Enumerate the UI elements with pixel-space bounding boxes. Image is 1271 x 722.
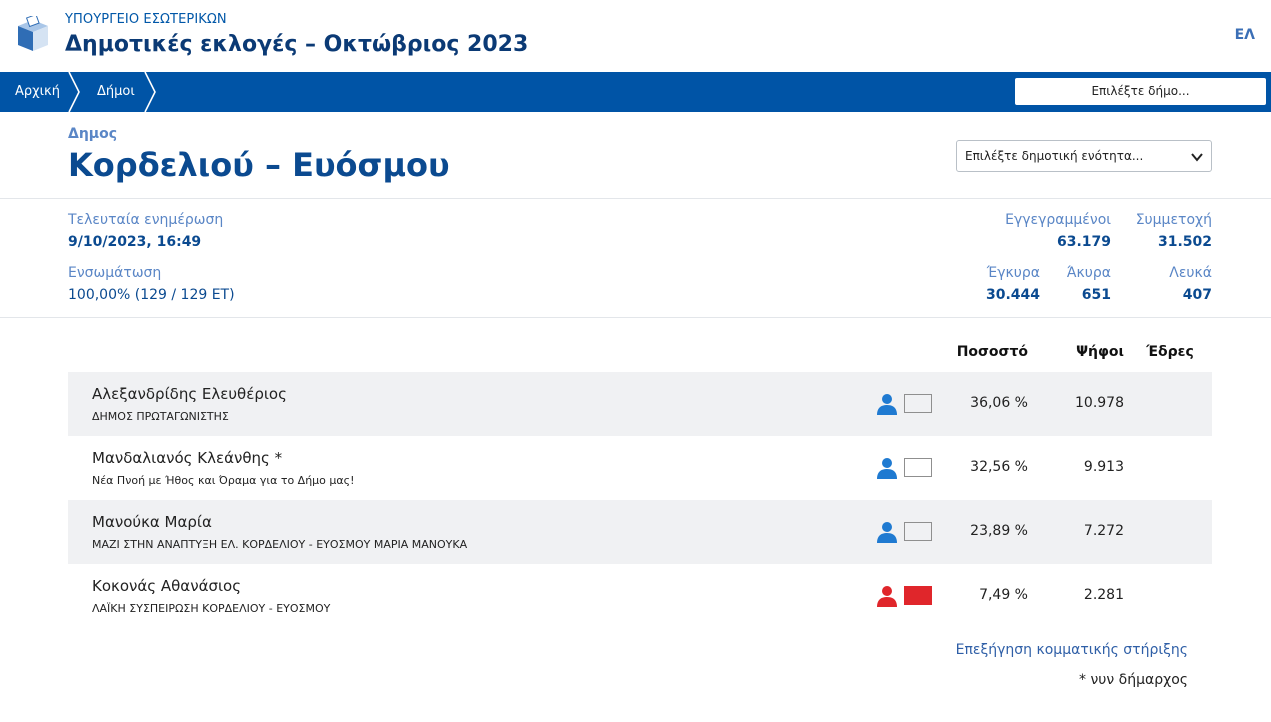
party-support-explanation-link[interactable]: Επεξήγηση κομματικής στήριξης	[956, 642, 1188, 658]
municipal-unit-select-label: Επιλέξτε δημοτική ενότητα...	[965, 149, 1144, 163]
party-color-swatch	[904, 522, 932, 541]
person-icon	[877, 394, 897, 415]
integration-value: 100,00% (129 / 129 ΕΤ)	[68, 287, 235, 303]
registered-value: 63.179	[1056, 234, 1111, 250]
municipality-select[interactable]: Επιλέξτε δήμο...	[1015, 78, 1266, 105]
last-update-label: Τελευταία ενημέρωση	[68, 212, 224, 228]
blank-value: 407	[1182, 287, 1212, 303]
party-color-swatch	[904, 586, 932, 605]
party-name: ΜΑΖΙ ΣΤΗΝ ΑΝΑΠΤΥΞΗ ΕΛ. ΚΟΡΔΕΛΙΟΥ - ΕΥΟΣΜ…	[92, 538, 468, 551]
divider	[0, 317, 1271, 318]
party-color-swatch	[904, 394, 932, 413]
chevron-down-icon	[1191, 153, 1203, 162]
page-title: Δημοτικές εκλογές – Οκτώβριος 2023	[65, 32, 529, 57]
app-header: ΥΠΟΥΡΓΕΙΟ ΕΣΩΤΕΡΙΚΩΝ Δημοτικές εκλογές –…	[0, 0, 1271, 72]
invalid-value: 651	[1081, 287, 1111, 303]
table-row[interactable]: Μανδαλιανός Κλεάνθης * Νέα Πνοή με Ήθος …	[68, 436, 1212, 500]
candidate-name: Αλεξανδρίδης Ελευθέριος	[92, 385, 287, 403]
percent-value: 32,56 %	[970, 459, 1028, 475]
turnout-label: Συμμετοχή	[1135, 212, 1212, 228]
valid-label: Έγκυρα	[986, 265, 1040, 281]
turnout-value: 31.502	[1157, 234, 1212, 250]
breadcrumb-municipalities[interactable]: Δήμοι	[97, 72, 135, 112]
municipality-label: Δημος	[68, 126, 118, 142]
column-header-seats: Έδρες	[1146, 344, 1194, 360]
ballot-box-icon	[18, 16, 48, 51]
divider	[0, 198, 1271, 199]
votes-value: 10.978	[1075, 395, 1124, 411]
last-update-value: 9/10/2023, 16:49	[68, 234, 202, 250]
table-row[interactable]: Κοκονάς Αθανάσιος ΛΑΪΚΗ ΣΥΣΠΕΙΡΩΣΗ ΚΟΡΔΕ…	[68, 564, 1212, 628]
votes-value: 7.272	[1083, 523, 1124, 539]
percent-value: 23,89 %	[970, 523, 1028, 539]
candidate-name: Μανδαλιανός Κλεάνθης *	[92, 449, 283, 467]
party-name: ΔΗΜΟΣ ΠΡΩΤΑΓΩΝΙΣΤΗΣ	[92, 410, 229, 423]
municipal-unit-select[interactable]: Επιλέξτε δημοτική ενότητα...	[956, 140, 1212, 172]
person-icon	[877, 458, 897, 479]
person-icon	[877, 586, 897, 607]
party-name: ΛΑΪΚΗ ΣΥΣΠΕΙΡΩΣΗ ΚΟΡΔΕΛΙΟΥ - ΕΥΟΣΜΟΥ	[92, 602, 331, 615]
column-header-votes: Ψήφοι	[1076, 344, 1124, 360]
municipality-name: Κορδελιού – Ευόσμου	[68, 146, 450, 184]
blank-label: Λευκά	[1169, 265, 1212, 281]
integration-label: Ενσωμάτωση	[68, 265, 162, 281]
chevron-right-icon	[68, 72, 80, 112]
table-row[interactable]: Μανούκα Μαρία ΜΑΖΙ ΣΤΗΝ ΑΝΑΠΤΥΞΗ ΕΛ. ΚΟΡ…	[68, 500, 1212, 564]
candidate-name: Μανούκα Μαρία	[92, 513, 212, 531]
party-color-swatch	[904, 458, 932, 477]
candidate-name: Κοκονάς Αθανάσιος	[92, 577, 242, 595]
valid-value: 30.444	[985, 287, 1040, 303]
party-name: Νέα Πνοή με Ήθος και Όραμα για το Δήμο μ…	[92, 474, 355, 487]
invalid-label: Άκυρα	[1066, 265, 1111, 281]
ministry-name: ΥΠΟΥΡΓΕΙΟ ΕΣΩΤΕΡΙΚΩΝ	[65, 12, 227, 27]
votes-value: 2.281	[1083, 587, 1124, 603]
percent-value: 36,06 %	[970, 395, 1028, 411]
column-header-percent: Ποσοστό	[956, 344, 1028, 360]
table-row[interactable]: Αλεξανδρίδης Ελευθέριος ΔΗΜΟΣ ΠΡΩΤΑΓΩΝΙΣ…	[68, 372, 1212, 436]
language-switch[interactable]: ΕΛ	[1235, 27, 1255, 43]
percent-value: 7,49 %	[979, 587, 1028, 603]
incumbent-note: * νυν δήμαρχος	[1079, 672, 1188, 688]
chevron-right-icon	[144, 72, 156, 112]
breadcrumb-home[interactable]: Αρχική	[15, 72, 60, 112]
person-icon	[877, 522, 897, 543]
votes-value: 9.913	[1083, 459, 1124, 475]
registered-label: Εγγεγραμμένοι	[1005, 212, 1111, 228]
